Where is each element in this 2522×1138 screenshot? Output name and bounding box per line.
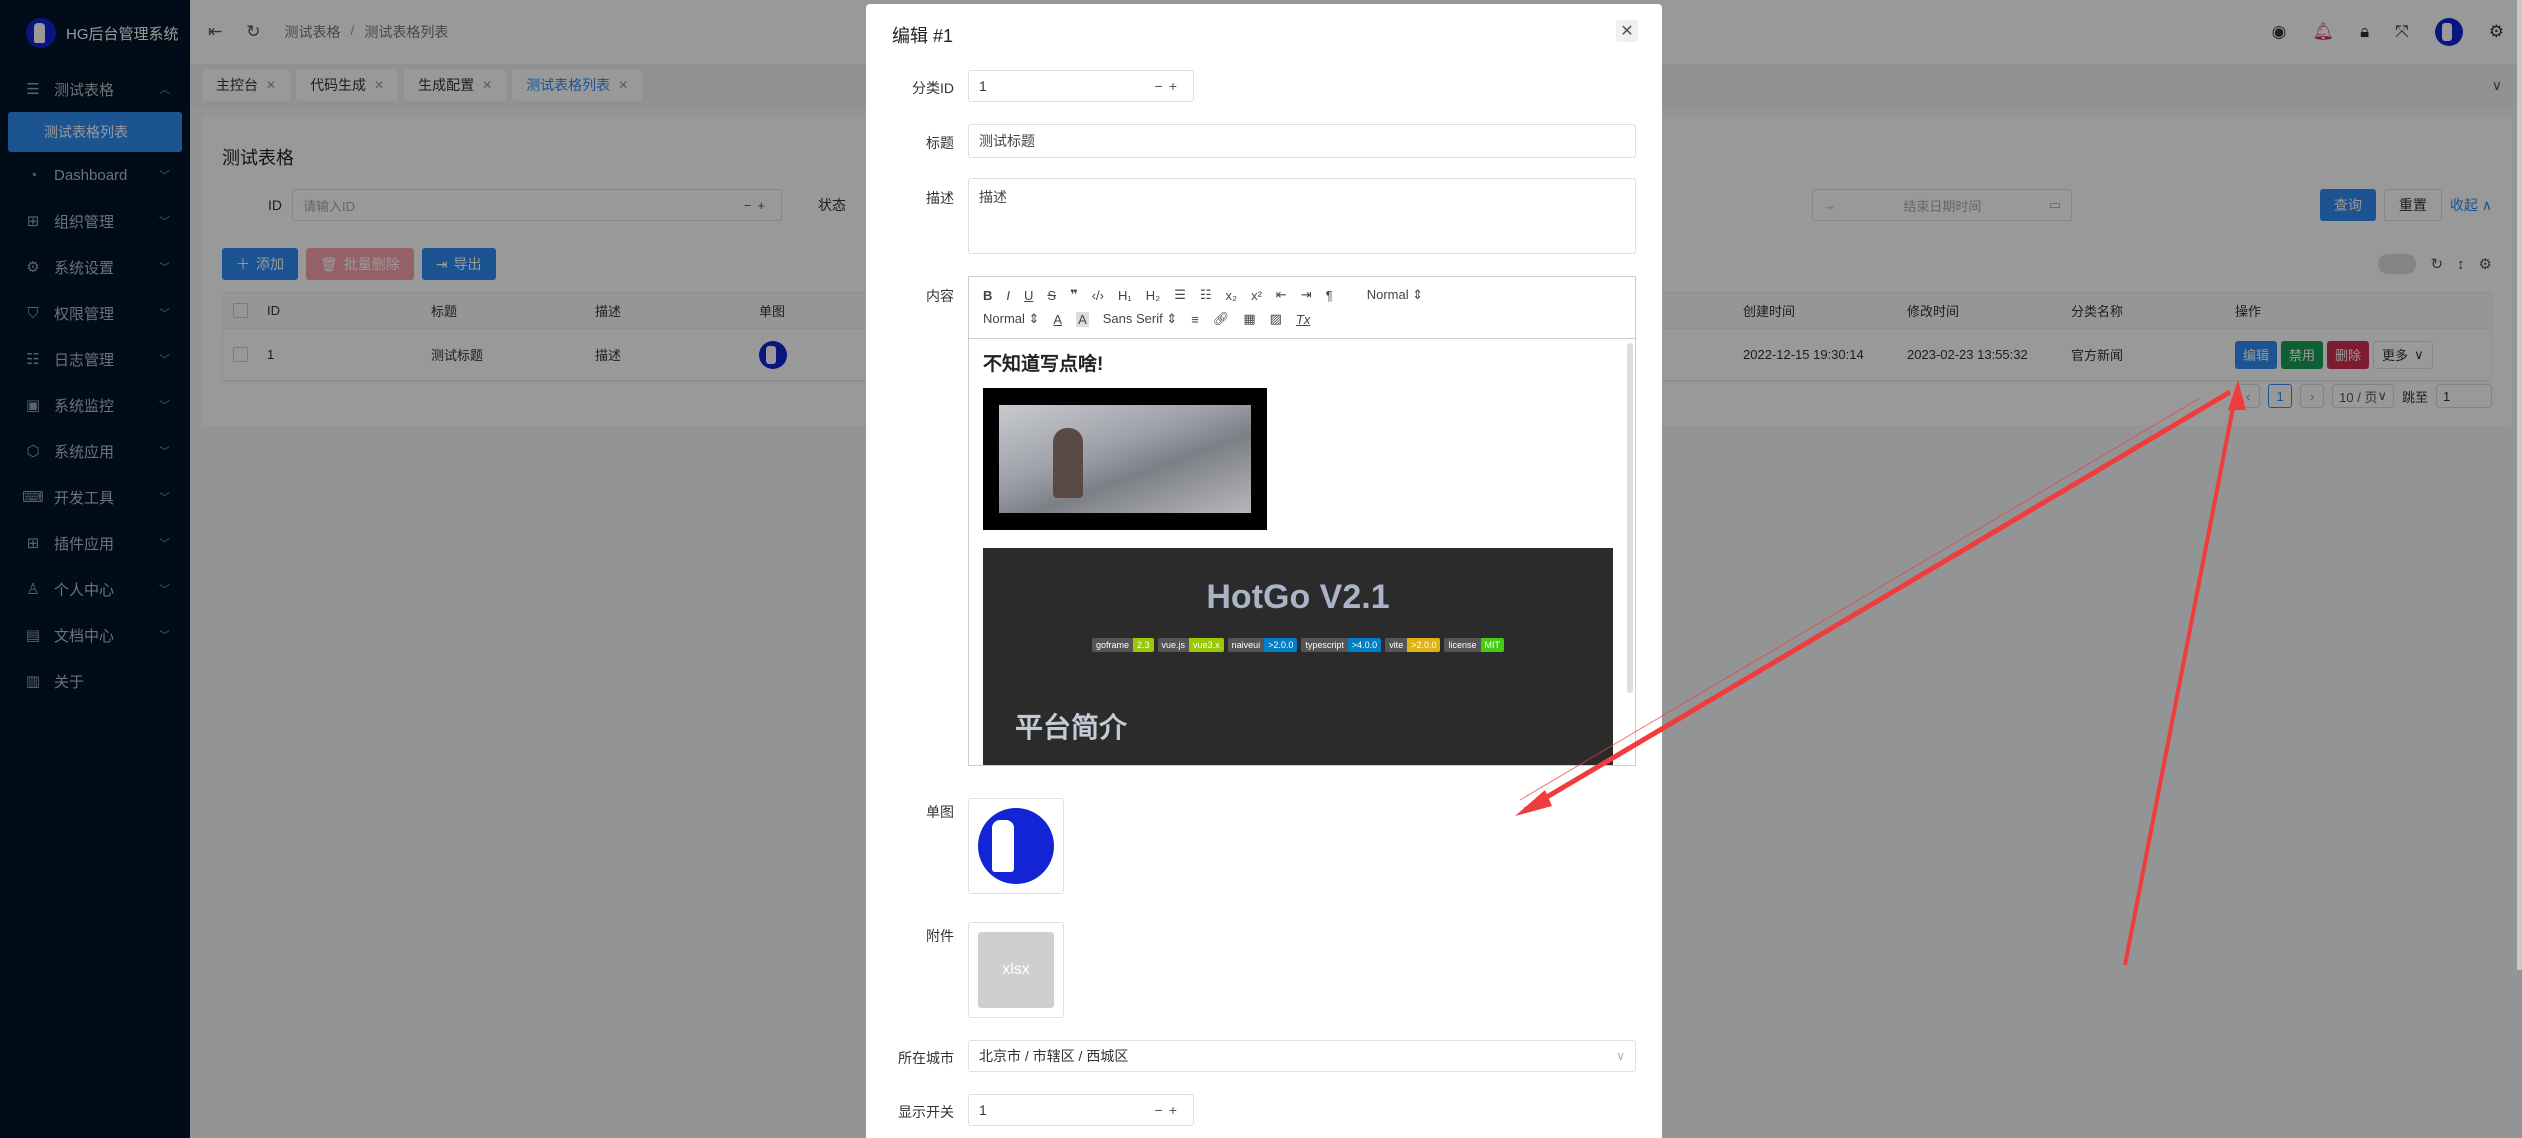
superscript-icon[interactable]: x² <box>1251 288 1262 303</box>
file-icon: xlsx <box>978 932 1054 1008</box>
field-label: 所在城市 <box>898 1050 954 1066</box>
badge-value: MIT <box>1480 638 1504 652</box>
title-input[interactable]: 测试标题 <box>968 124 1636 158</box>
header-select-value: Normal <box>1366 287 1409 302</box>
badge-row: goframe 2.3 vue.js vue3.x naiveui >2.0.0 types… <box>983 638 1613 652</box>
indent-icon[interactable]: ⇥ <box>1301 287 1312 303</box>
font-select[interactable]: Sans Serif ⇕ <box>1103 311 1178 327</box>
outdent-icon[interactable]: ⇤ <box>1276 287 1287 303</box>
link-icon[interactable]: 🔗︎ <box>1213 311 1230 327</box>
badge-value: >2.0.0 <box>1407 638 1441 652</box>
header-select[interactable]: Normal ⇕ <box>1367 287 1423 303</box>
stepper-icon[interactable]: −+ <box>1155 1102 1183 1118</box>
switch-value: 1 <box>979 1102 987 1118</box>
modal-title: 编辑 #1 <box>892 26 954 46</box>
edit-modal: 编辑 #1 ✕ 分类ID 1 −+ 标题 测试标题 描述 描述 内容 B I U … <box>866 4 1662 1138</box>
field-label: 附件 <box>926 928 954 944</box>
badge-key: goframe <box>1091 638 1134 652</box>
content-image[interactable] <box>983 388 1267 530</box>
chevron-down-icon: ∨ <box>1616 1049 1625 1063</box>
content-heading: 不知道写点啥! <box>983 354 1104 375</box>
blockquote-icon[interactable]: ❞ <box>1070 287 1078 303</box>
clear-format-icon[interactable]: Tx <box>1296 312 1310 327</box>
direction-icon[interactable]: ¶ <box>1326 288 1333 303</box>
badge-value: >2.0.0 <box>1264 638 1298 652</box>
editor-toolbar: B I U S ❞ ‹/› H₁ H₂ ☰ ☷ x₂ x² ⇤ ⇥ ¶ Norm… <box>969 277 1635 339</box>
badge-value: >4.0.0 <box>1347 638 1382 652</box>
image-icon[interactable]: ▨ <box>1270 311 1282 327</box>
version-badge: vue.js vue3.x <box>1157 638 1224 652</box>
editor-content[interactable]: 不知道写点啥! HotGo V2.1 goframe 2.3 vue.js vue3.… <box>969 339 1635 765</box>
rich-text-editor: B I U S ❞ ‹/› H₁ H₂ ☰ ☷ x₂ x² ⇤ ⇥ ¶ Norm… <box>968 276 1636 766</box>
field-label: 内容 <box>926 288 954 304</box>
switch-stepper[interactable]: 1 −+ <box>968 1094 1194 1126</box>
city-cascader[interactable]: 北京市 / 市辖区 / 西城区 ∨ <box>968 1040 1636 1072</box>
description-textarea[interactable]: 描述 <box>968 178 1636 254</box>
field-label: 分类ID <box>912 80 954 96</box>
badge-key: license <box>1444 638 1481 652</box>
badge-value: 2.3 <box>1133 638 1154 652</box>
ordered-list-icon[interactable]: ☰ <box>1174 287 1186 303</box>
content-banner: HotGo V2.1 goframe 2.3 vue.js vue3.x naiveui… <box>983 548 1613 765</box>
badge-key: vite <box>1385 638 1408 652</box>
field-label: 显示开关 <box>898 1104 954 1120</box>
bullet-list-icon[interactable]: ☷ <box>1200 287 1212 303</box>
badge-value: vue3.x <box>1189 638 1224 652</box>
badge-key: vue.js <box>1157 638 1190 652</box>
category-id-stepper[interactable]: 1 −+ <box>968 70 1194 102</box>
koala-logo-image <box>978 808 1054 884</box>
version-badge: naiveui >2.0.0 <box>1227 638 1298 652</box>
version-badge: typescript >4.0.0 <box>1301 638 1382 652</box>
stepper-icon[interactable]: −+ <box>1155 78 1183 94</box>
background-color-icon[interactable]: A <box>1076 311 1089 327</box>
attachment-upload[interactable]: xlsx <box>968 922 1064 1018</box>
h1-icon[interactable]: H₁ <box>1118 288 1132 303</box>
size-select[interactable]: Normal ⇕ <box>983 311 1039 327</box>
page-scrollbar[interactable] <box>2517 0 2522 970</box>
snow-scene-picture <box>999 405 1251 513</box>
category-id-value: 1 <box>979 78 987 94</box>
italic-icon[interactable]: I <box>1006 288 1010 303</box>
city-value: 北京市 / 市辖区 / 西城区 <box>979 1048 1129 1064</box>
strike-icon[interactable]: S <box>1047 288 1056 303</box>
align-icon[interactable]: ≡ <box>1191 312 1199 327</box>
field-label: 单图 <box>926 804 954 820</box>
code-icon[interactable]: ‹/› <box>1092 288 1104 303</box>
font-select-value: Sans Serif <box>1102 311 1163 326</box>
figure-silhouette <box>1053 428 1083 498</box>
version-badge: license MIT <box>1444 638 1504 652</box>
h2-icon[interactable]: H₂ <box>1146 288 1160 303</box>
underline-icon[interactable]: U <box>1024 288 1033 303</box>
banner-title: HotGo V2.1 <box>1206 578 1390 616</box>
close-icon[interactable]: ✕ <box>1616 20 1638 42</box>
image-upload[interactable] <box>968 798 1064 894</box>
field-label: 标题 <box>926 135 954 151</box>
video-icon[interactable]: ▦ <box>1243 311 1255 327</box>
banner-subtitle: 平台简介 <box>1015 712 1128 743</box>
badge-key: typescript <box>1301 638 1348 652</box>
font-color-icon[interactable]: A <box>1053 312 1062 327</box>
bold-icon[interactable]: B <box>983 288 992 303</box>
field-label: 描述 <box>926 190 954 206</box>
editor-scrollbar[interactable] <box>1627 343 1633 693</box>
version-badge: goframe 2.3 <box>1091 638 1154 652</box>
size-select-value: Normal <box>983 311 1025 326</box>
badge-key: naiveui <box>1227 638 1265 652</box>
version-badge: vite >2.0.0 <box>1385 638 1441 652</box>
subscript-icon[interactable]: x₂ <box>1226 288 1238 303</box>
